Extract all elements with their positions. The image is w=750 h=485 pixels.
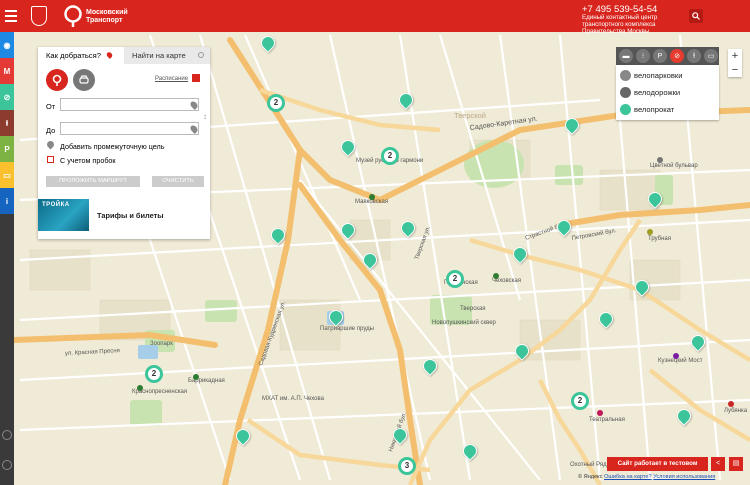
map-label: Тверской (454, 111, 486, 120)
legend-item[interactable]: велопарковки (620, 68, 682, 82)
map-label: Лубянка (724, 408, 748, 414)
phone-subtitle: Единый контактный центр транспортного ко… (582, 14, 658, 35)
map-label: Цветной бульвар (650, 162, 698, 169)
layer-legend: велопарковки велодорожки велопрокат (616, 65, 719, 120)
map-label: Охотный Ряд (570, 461, 607, 468)
legend-label: велодорожки (634, 87, 681, 97)
share-icon[interactable]: < (711, 457, 725, 471)
rail-pedestrian-icon[interactable]: ⱡ (0, 110, 14, 136)
map-label: Зоопарк (150, 341, 173, 347)
troika-card-image[interactable]: ТРОЙКА (38, 199, 89, 231)
legend-label: велопарковки (634, 70, 683, 80)
tariffs-link[interactable]: Тарифы и билеты (97, 211, 164, 220)
bike-cluster-marker[interactable]: 2 (571, 392, 589, 410)
layer-parking-icon[interactable]: P (653, 49, 667, 63)
bike-cluster-marker[interactable]: 2 (145, 365, 163, 383)
tab-route-label: Как добраться? (46, 51, 101, 60)
troika-card-text: ТРОЙКА (42, 202, 70, 208)
bike-rental-icon (620, 103, 631, 115)
layer-pedestrian-icon[interactable]: ⱡ (687, 49, 701, 63)
rail-info-icon[interactable]: i (0, 188, 14, 214)
rail-help-icon[interactable] (2, 460, 12, 470)
copyright-text: © Яндекс (578, 474, 603, 480)
add-stop-link[interactable]: Добавить промежуточную цель (60, 142, 164, 151)
rail-metro-icon[interactable]: M (0, 58, 14, 84)
bike-cluster-marker[interactable]: 3 (398, 457, 416, 475)
map-label: Кузнецкий Мост (658, 357, 703, 364)
bike-cluster-marker[interactable]: 2 (267, 94, 285, 112)
calendar-icon[interactable] (192, 74, 200, 82)
rail-taxi-icon[interactable]: ▭ (0, 162, 14, 188)
layers-toolbar: ▬ ⁝ P ⊘ ⱡ ▭ (616, 47, 719, 65)
transport-logo-icon (64, 5, 82, 27)
rail-bike-icon[interactable]: ⊘ (0, 84, 14, 110)
map-label: Трубная (648, 236, 671, 242)
test-mode-banner[interactable]: Сайт работает в тестовом режиме (607, 457, 708, 481)
rail-message-icon[interactable] (2, 430, 12, 440)
layer-traffic-light-icon[interactable]: ⁝ (636, 49, 650, 63)
legend-item[interactable]: велопрокат (620, 102, 674, 116)
error-link[interactable]: Ошибка на карте? (604, 474, 652, 480)
moscow-crest-logo (31, 6, 47, 26)
traffic-checkbox[interactable] (47, 156, 54, 163)
tab-find-label: Найти на карте (132, 51, 186, 60)
route-panel: Как добраться? Найти на карте Расписание… (38, 47, 210, 239)
to-input[interactable] (60, 122, 199, 135)
logo-text: Московский Транспорт (86, 9, 128, 24)
search-icon (692, 12, 700, 20)
map-pin-icon (198, 52, 204, 58)
rail-parking-icon[interactable]: P (0, 136, 14, 162)
map-label: Театральная (589, 417, 625, 423)
route-pin-icon (105, 51, 114, 59)
search-button[interactable] (689, 9, 703, 23)
map-label: Баррикадная (188, 378, 225, 384)
bike-cluster-marker[interactable]: 2 (446, 270, 464, 288)
to-pin-icon[interactable] (189, 124, 199, 134)
mode-car-icon[interactable] (73, 69, 95, 91)
layer-taxi-icon[interactable]: ▭ (704, 49, 718, 63)
from-pin-icon[interactable] (189, 100, 199, 110)
print-icon[interactable]: ▤ (729, 457, 743, 471)
from-label: От (46, 102, 56, 111)
left-rail: ◉ M ⊘ ⱡ P ▭ i (0, 32, 14, 485)
map-label: МХАТ им. А.П. Чехова (262, 396, 325, 402)
traffic-label: С учетом пробок (60, 156, 116, 165)
zoom-in-button[interactable]: + (728, 49, 742, 63)
map-label: Патриаршие пруды (320, 326, 374, 332)
zoom-control: + − (728, 49, 742, 77)
rail-transport-icon[interactable]: ◉ (0, 32, 14, 58)
bike-parking-icon (620, 69, 631, 81)
map-footer: © Яндекс Ошибка на карте? Условия исполь… (578, 474, 715, 480)
bike-lane-icon (620, 86, 631, 98)
schedule-link[interactable]: Расписание (155, 76, 188, 82)
to-label: До (46, 126, 56, 135)
layer-bike-icon[interactable]: ⊘ (670, 49, 684, 63)
add-stop-icon (45, 139, 56, 150)
legend-label: велопрокат (634, 104, 675, 114)
legend-item[interactable]: велодорожки (620, 85, 680, 99)
tab-find-on-map[interactable]: Найти на карте (124, 47, 210, 64)
map-label: Тверская (460, 306, 486, 312)
build-route-button[interactable]: ПРОЛОЖИТЬ МАРШРУТ (46, 176, 140, 187)
map-label: Новопушкинский сквер (432, 319, 497, 326)
terms-link[interactable]: Условия использования (653, 474, 715, 480)
clear-button[interactable]: ОЧИСТИТЬ (152, 176, 204, 187)
from-input[interactable] (60, 98, 199, 111)
layer-bus-icon[interactable]: ▬ (619, 49, 633, 63)
menu-icon[interactable] (0, 0, 22, 32)
zoom-out-button[interactable]: − (728, 63, 742, 77)
bike-cluster-marker[interactable]: 2 (381, 147, 399, 165)
mode-transport-icon[interactable] (46, 69, 68, 91)
tab-route[interactable]: Как добраться? (38, 47, 124, 64)
top-bar: Московский Транспорт +7 495 539-54-54 Ед… (0, 0, 750, 35)
swap-icon[interactable]: ↕ (203, 112, 207, 121)
